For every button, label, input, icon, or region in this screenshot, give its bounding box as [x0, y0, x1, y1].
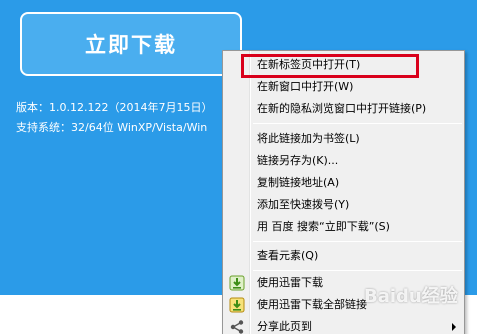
menu-item-search-baidu[interactable]: 用 百度 搜索“立即下载”(S) [225, 216, 462, 238]
download-now-button[interactable]: 立即下载 [20, 12, 242, 76]
watermark: Baidu经验 [364, 286, 458, 307]
menu-item-open-in-new-window[interactable]: 在新窗口中打开(W) [225, 76, 462, 98]
menu-separator [253, 270, 462, 271]
thunder-download-icon [229, 275, 245, 291]
menu-item-copy-link[interactable]: 复制链接地址(A) [225, 172, 462, 194]
menu-item-label: 在新的隐私浏览窗口中打开链接(P) [257, 102, 427, 115]
menu-item-inspect-element[interactable]: 查看元素(Q) [225, 245, 462, 267]
thunder-download-all-icon [229, 297, 245, 313]
menu-item-label: 使用迅雷下载全部链接 [257, 298, 367, 311]
menu-item-label: 用 百度 搜索“立即下载”(S) [257, 220, 390, 233]
menu-item-label: 在新窗口中打开(W) [257, 80, 354, 93]
supported-systems-text: 支持系统：32/64位 WinXP/Vista/Win [16, 121, 208, 134]
menu-item-save-link-as[interactable]: 链接另存为(K)... [225, 150, 462, 172]
menu-item-label: 添加至快速拨号(Y) [257, 198, 350, 211]
menu-item-bookmark-link[interactable]: 将此链接加为书签(L) [225, 128, 462, 150]
menu-item-label: 查看元素(Q) [257, 249, 319, 262]
menu-item-label: 复制链接地址(A) [257, 176, 340, 189]
menu-item-label: 链接另存为(K)... [257, 154, 339, 167]
menu-separator [253, 123, 462, 124]
menu-item-label: 使用迅雷下载 [257, 276, 323, 289]
share-icon [230, 320, 244, 334]
menu-item-label: 将此链接加为书签(L) [257, 132, 360, 145]
menu-item-label: 在新标签页中打开(T) [257, 58, 361, 71]
menu-item-open-in-private-window[interactable]: 在新的隐私浏览窗口中打开链接(P) [225, 98, 462, 120]
menu-item-label: 分享此页到 [257, 320, 312, 333]
menu-separator [253, 241, 462, 242]
menu-item-add-speed-dial[interactable]: 添加至快速拨号(Y) [225, 194, 462, 216]
submenu-arrow-icon [452, 323, 456, 331]
version-text: 版本：1.0.12.122（2014年7月15日） [16, 101, 213, 114]
menu-item-share-page[interactable]: 分享此页到 [225, 316, 462, 334]
menu-item-open-in-new-tab[interactable]: 在新标签页中打开(T) [225, 54, 462, 76]
